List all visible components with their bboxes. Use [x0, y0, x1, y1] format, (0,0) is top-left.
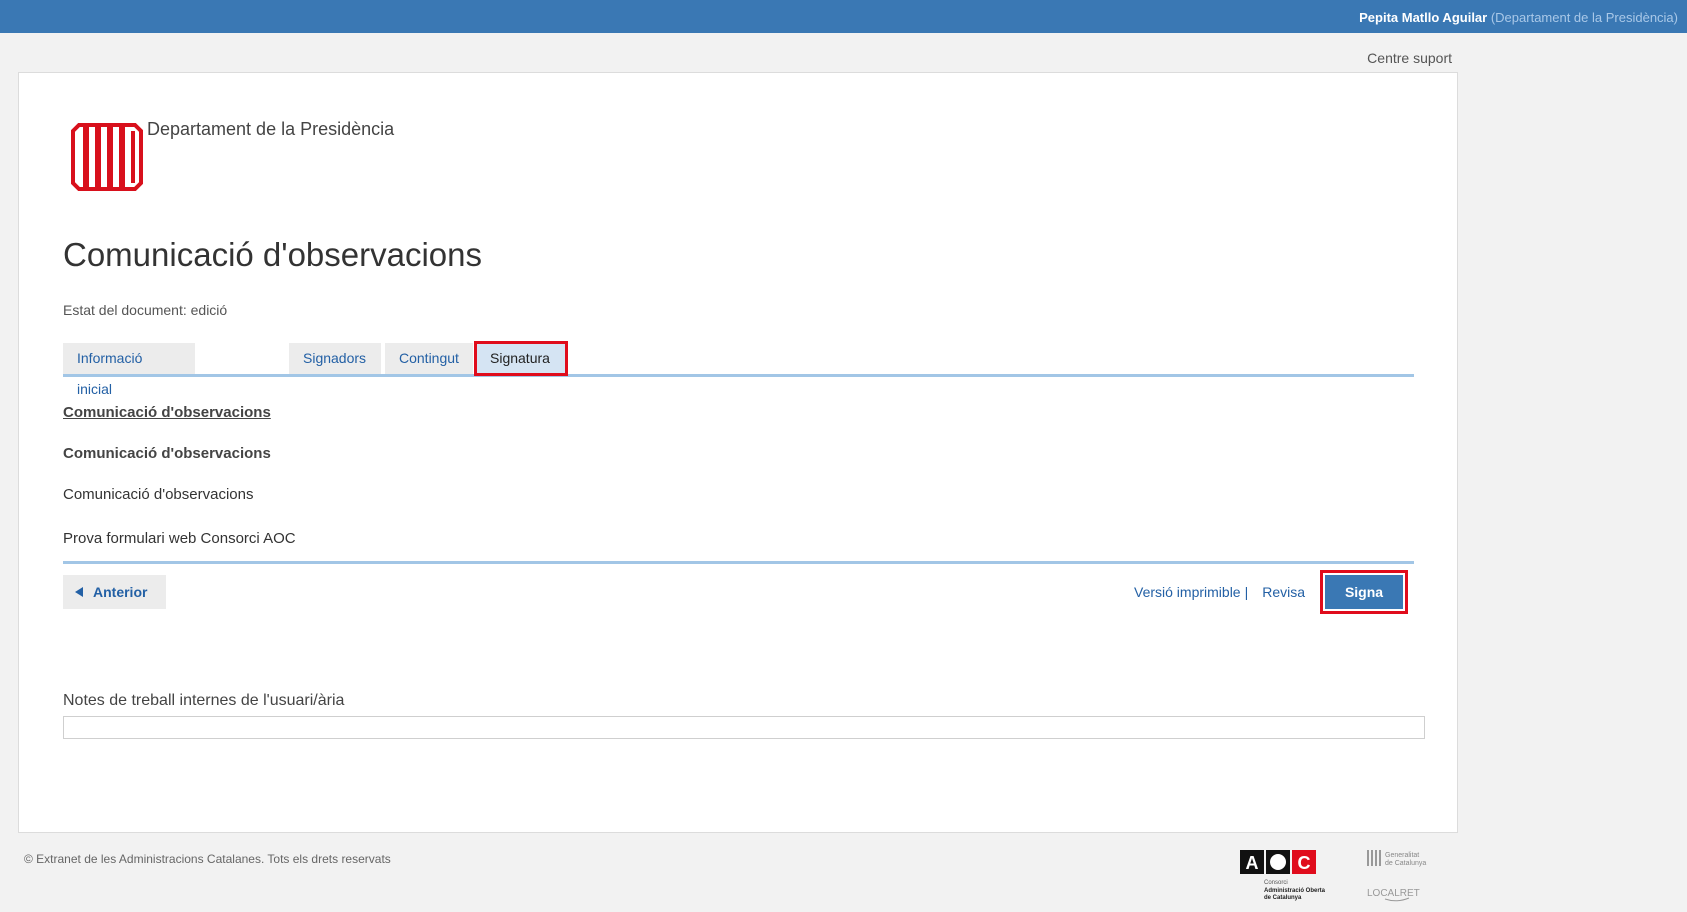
top-bar: Pepita Matllo Aguilar (Departament de la…	[0, 0, 1687, 33]
sign-button[interactable]: Signa	[1320, 570, 1408, 614]
user-info[interactable]: Pepita Matllo Aguilar (Departament de la…	[1359, 10, 1678, 25]
content-title-link[interactable]: Comunicació d'observacions	[63, 404, 271, 421]
generalitat-footer-logo-icon: Generalitat de Catalunya	[1367, 850, 1426, 867]
user-department: (Departament de la Presidència)	[1490, 10, 1678, 25]
tab-informacio-inicial[interactable]: Informació inicial	[63, 343, 195, 397]
tab-bar	[63, 345, 1414, 377]
footer-copyright: © Extranet de les Administracions Catala…	[24, 852, 391, 866]
aoc-logo-text: A	[1246, 853, 1259, 873]
previous-label: Anterior	[93, 584, 148, 600]
action-links: Versió imprimible | Revisa	[1134, 584, 1305, 600]
review-link[interactable]: Revisa	[1262, 584, 1305, 600]
content-heading: Comunicació d'observacions	[63, 445, 271, 462]
aoc-caption-3: de Catalunya	[1264, 895, 1302, 901]
document-card: Departament de la Presidència Comunicaci…	[18, 72, 1458, 833]
gencat-line-2: de Catalunya	[1385, 860, 1426, 867]
link-separator: |	[1244, 584, 1249, 600]
aoc-logo-icon: A C Consorci Administració Oberta de Cat…	[1240, 850, 1326, 901]
tab-signadors[interactable]: Signadors	[289, 343, 381, 374]
page-title: Comunicació d'observacions	[63, 236, 483, 273]
tab-signatura[interactable]: Signatura	[474, 341, 568, 376]
notes-label: Notes de treball internes de l'usuari/àr…	[63, 692, 345, 709]
document-status: Estat del document: edició	[63, 302, 228, 318]
aoc-caption-1: Consorci	[1264, 880, 1288, 886]
content-body: Prova formulari web Consorci AOC	[63, 530, 296, 547]
support-center-link[interactable]: Centre suport	[1330, 50, 1452, 66]
generalitat-logo-icon	[67, 119, 147, 195]
arrow-left-icon	[75, 587, 83, 597]
localret-text: LOCALRET	[1367, 888, 1420, 899]
svg-text:C: C	[1298, 853, 1311, 873]
user-name: Pepita Matllo Aguilar	[1359, 10, 1488, 25]
notes-input[interactable]	[63, 716, 1425, 739]
gencat-line-1: Generalitat	[1385, 852, 1419, 859]
localret-logo-icon: LOCALRET	[1367, 888, 1420, 902]
department-name: Departament de la Presidència	[147, 119, 395, 139]
content-subheading: Comunicació d'observacions	[63, 486, 254, 503]
content-divider	[63, 561, 1414, 564]
previous-button[interactable]: Anterior	[63, 575, 166, 609]
printable-version-link[interactable]: Versió imprimible	[1134, 584, 1241, 600]
aoc-caption-2: Administració Oberta	[1264, 888, 1326, 894]
tab-contingut[interactable]: Contingut	[385, 343, 473, 374]
